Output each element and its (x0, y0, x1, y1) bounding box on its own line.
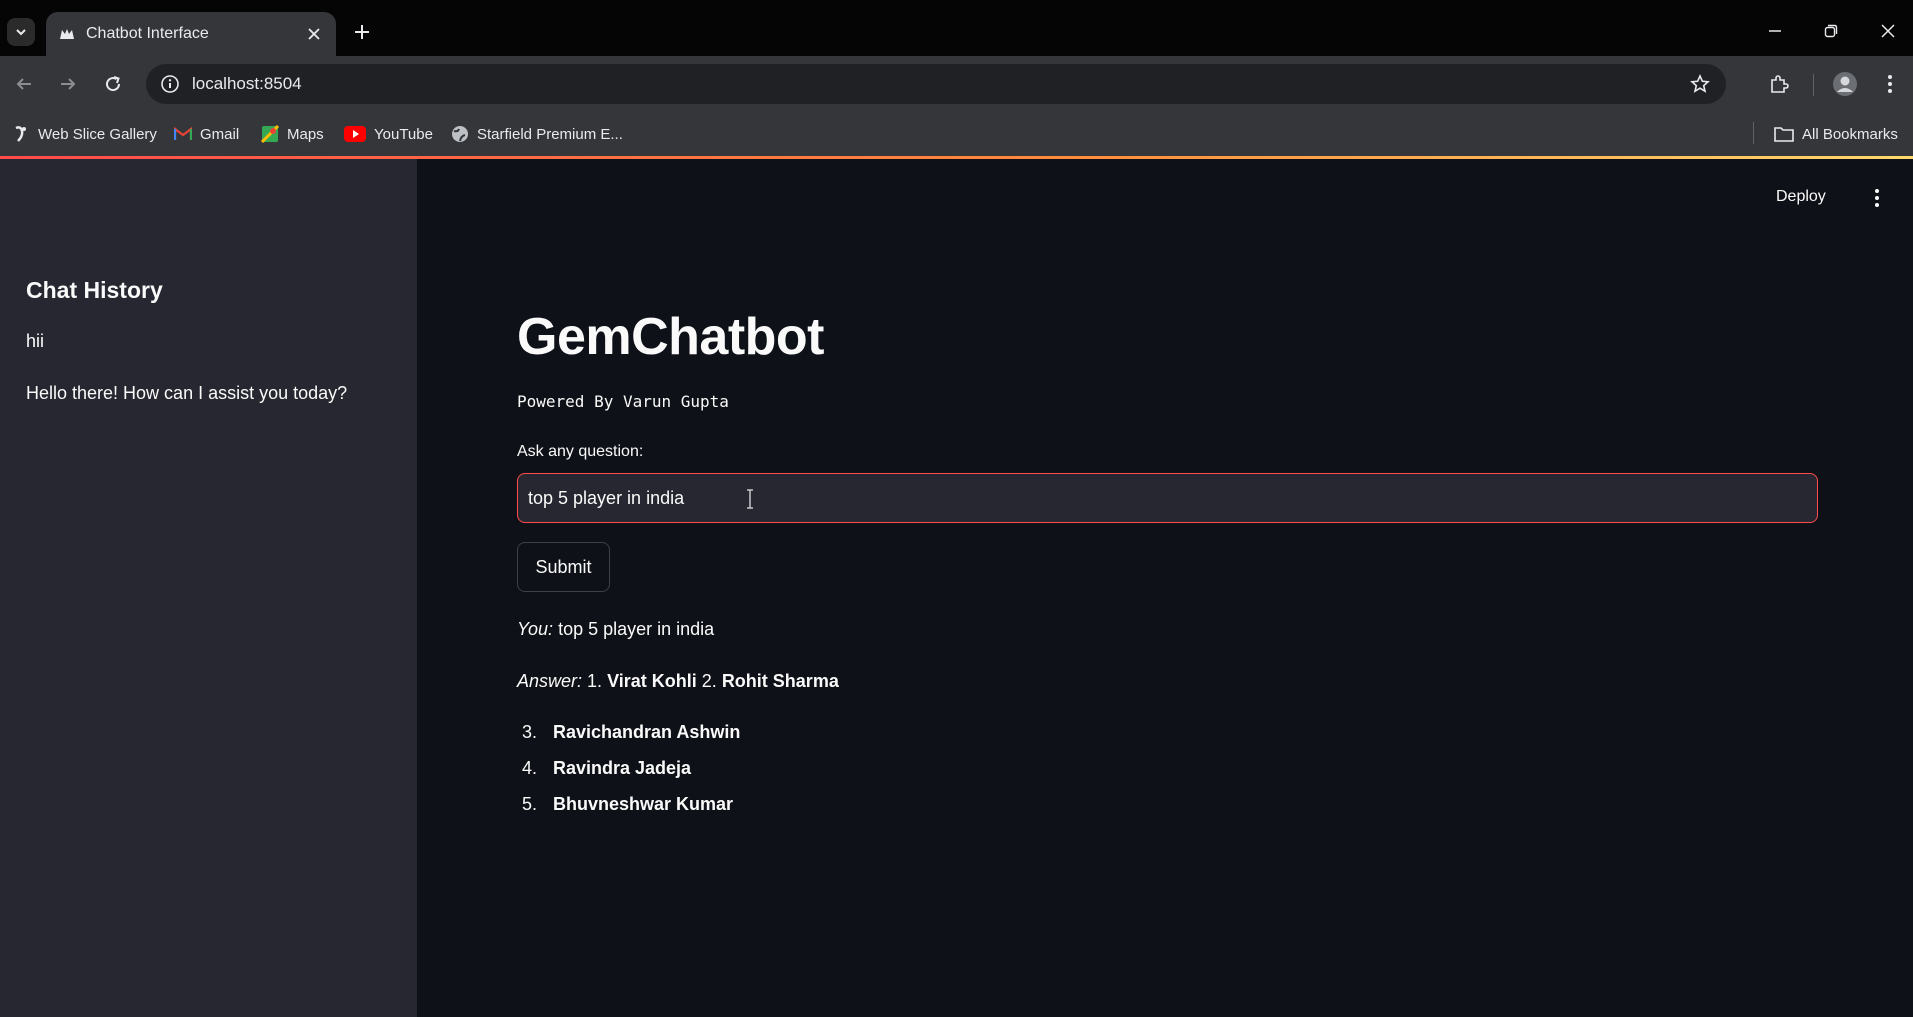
reload-button[interactable] (99, 70, 127, 98)
tab-title: Chatbot Interface (86, 25, 209, 42)
bookmark-web-slice-gallery[interactable]: Web Slice Gallery (12, 122, 157, 146)
list-item: 3. Ravichandran Ashwin (522, 722, 741, 742)
close-tab-icon[interactable] (302, 22, 326, 46)
user-message: You: top 5 player in india (517, 619, 714, 640)
answer-num: 1. (587, 671, 603, 691)
history-item: Hello there! How can I assist you today? (26, 383, 348, 403)
youtube-icon (344, 125, 366, 143)
more-vertical-icon (1875, 189, 1879, 207)
globe-icon (451, 125, 469, 143)
minimize-icon (1769, 30, 1781, 32)
submit-button[interactable]: Submit (517, 542, 610, 592)
bookmark-star-icon[interactable] (1688, 72, 1712, 96)
address-bar[interactable]: localhost:8504 (146, 64, 1726, 104)
all-bookmarks-button[interactable]: All Bookmarks (1774, 122, 1898, 146)
reload-icon (106, 76, 121, 92)
answer-list: 3. Ravichandran Ashwin 4. Ravindra Jadej… (517, 722, 740, 830)
answer-item: Rohit Sharma (721, 671, 839, 691)
question-input[interactable] (517, 473, 1818, 523)
history-item: hii (26, 331, 45, 351)
user-message-text: top 5 player in india (558, 619, 715, 639)
bookmarks-divider (1753, 122, 1754, 144)
page-title: GemChatbot (517, 308, 825, 366)
arrow-left-icon (16, 78, 31, 90)
forward-button[interactable] (54, 70, 82, 98)
you-prefix: You: (517, 619, 554, 639)
streamlit-crown-icon (60, 29, 74, 39)
restore-button[interactable] (1808, 14, 1854, 48)
chevron-down-icon (16, 29, 26, 36)
sidebar: Chat History hii Hello there! How can I … (0, 159, 417, 1017)
list-item: 4. Ravindra Jadeja (522, 758, 692, 778)
arrow-right-icon (61, 78, 76, 90)
deploy-button[interactable]: Deploy (1776, 188, 1826, 206)
tab-search-button[interactable] (7, 18, 35, 46)
bookmark-maps[interactable]: Maps (261, 122, 324, 146)
minimize-button[interactable] (1752, 14, 1798, 48)
more-vertical-icon (1888, 75, 1892, 93)
back-button[interactable] (10, 70, 38, 98)
main-content: Deploy GemChatbot Powered By Varun Gupta… (417, 159, 1913, 1017)
avatar (1833, 72, 1857, 96)
active-tab[interactable]: Chatbot Interface (46, 12, 336, 56)
plus-icon (355, 25, 369, 39)
browser-toolbar: localhost:8504 (0, 56, 1913, 112)
app-menu-button[interactable] (1865, 185, 1889, 211)
bot-answer: Answer: 1. Virat Kohli 2. Rohit Sharma (517, 671, 839, 692)
folder-icon (1774, 125, 1794, 143)
tab-strip: Chatbot Interface (0, 0, 1913, 56)
answer-item: Virat Kohli (607, 671, 697, 691)
restore-icon (1824, 24, 1838, 38)
browser-menu-button[interactable] (1876, 70, 1904, 98)
toolbar-divider (1813, 74, 1814, 96)
page-subtitle: Powered By Varun Gupta (517, 392, 729, 411)
answer-prefix: Answer: (517, 671, 583, 691)
answer-num: 2. (701, 671, 717, 691)
site-info-icon[interactable] (158, 72, 182, 96)
new-tab-button[interactable] (348, 18, 376, 46)
maps-icon (261, 125, 279, 143)
close-window-button[interactable] (1865, 14, 1911, 48)
bookmark-gmail[interactable]: Gmail (174, 122, 239, 146)
close-icon (1881, 24, 1895, 38)
web-slice-icon (12, 125, 30, 143)
text-cursor-icon (747, 489, 753, 509)
profile-button[interactable] (1831, 70, 1859, 98)
extensions-button[interactable] (1765, 70, 1793, 98)
bookmark-youtube[interactable]: YouTube (344, 122, 433, 146)
sidebar-title: Chat History (26, 277, 163, 303)
bookmark-starfield[interactable]: Starfield Premium E... (451, 122, 623, 146)
gmail-icon (174, 125, 192, 143)
url-text: localhost:8504 (192, 74, 302, 93)
puzzle-icon (1771, 75, 1789, 93)
list-item: 5. Bhuvneshwar Kumar (522, 794, 734, 814)
bookmarks-bar: Web Slice Gallery Gmail Maps YouTube Sta… (0, 112, 1913, 156)
question-label: Ask any question: (517, 443, 644, 460)
